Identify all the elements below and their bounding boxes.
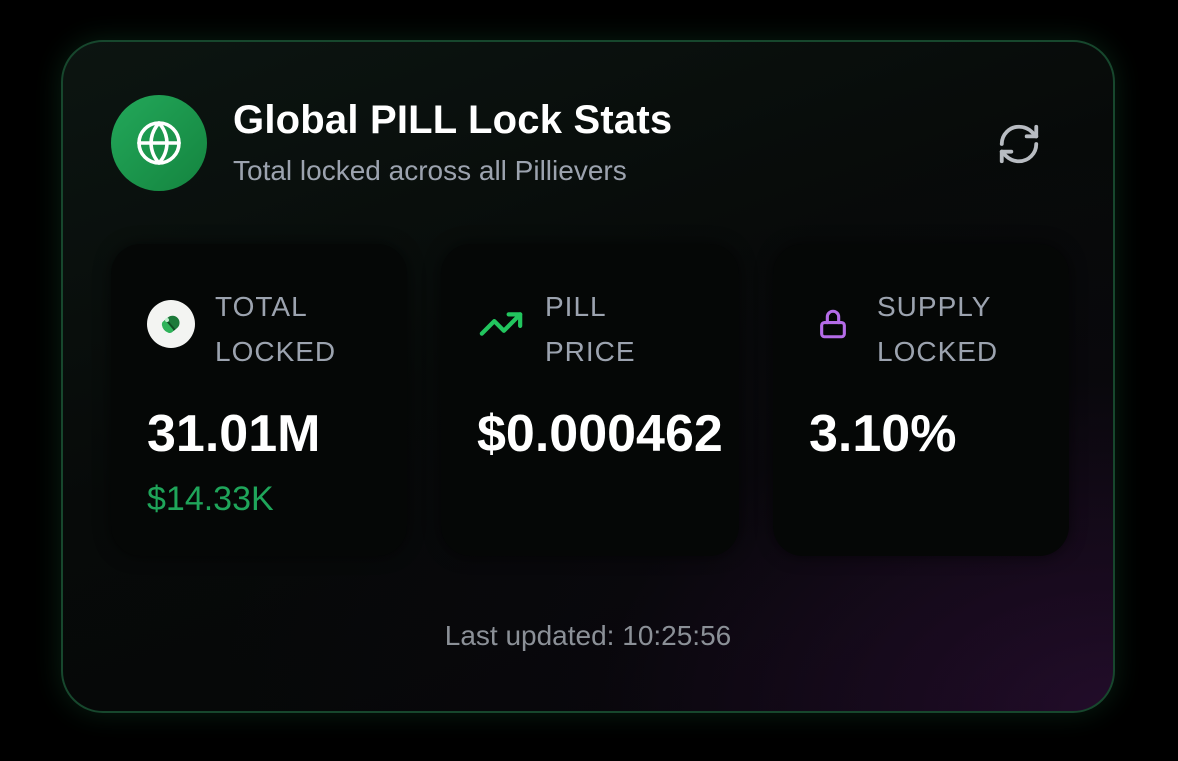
- pill-token-icon: [147, 300, 195, 348]
- total-locked-value: 31.01M: [147, 405, 321, 463]
- stat-total-locked: TOTAL LOCKED 31.01M $14.33K: [111, 244, 407, 556]
- pill-price-value: $0.000462: [477, 405, 723, 463]
- card-subtitle: Total locked across all Pillievers: [233, 155, 627, 186]
- card-title: Global PILL Lock Stats: [233, 98, 673, 142]
- refresh-button[interactable]: [993, 118, 1045, 170]
- supply-locked-value: 3.10%: [809, 405, 957, 463]
- lock-icon: [809, 300, 857, 348]
- last-updated-text: Last updated: 10:25:56: [444, 620, 732, 651]
- globe-icon: [111, 95, 207, 191]
- stat-label: PILL PRICE: [545, 291, 636, 367]
- trending-up-icon: [477, 300, 525, 348]
- stat-pill-price: PILL PRICE $0.000462: [441, 244, 739, 556]
- refresh-icon: [999, 124, 1039, 164]
- stat-supply-locked: SUPPLY LOCKED 3.10%: [773, 244, 1069, 556]
- total-locked-usd-value: $14.33K: [147, 480, 274, 518]
- stat-label: TOTAL LOCKED: [215, 291, 337, 367]
- stat-label: SUPPLY LOCKED: [877, 291, 999, 367]
- lock-stats-card: Global PILL Lock Stats Total locked acro…: [61, 40, 1115, 713]
